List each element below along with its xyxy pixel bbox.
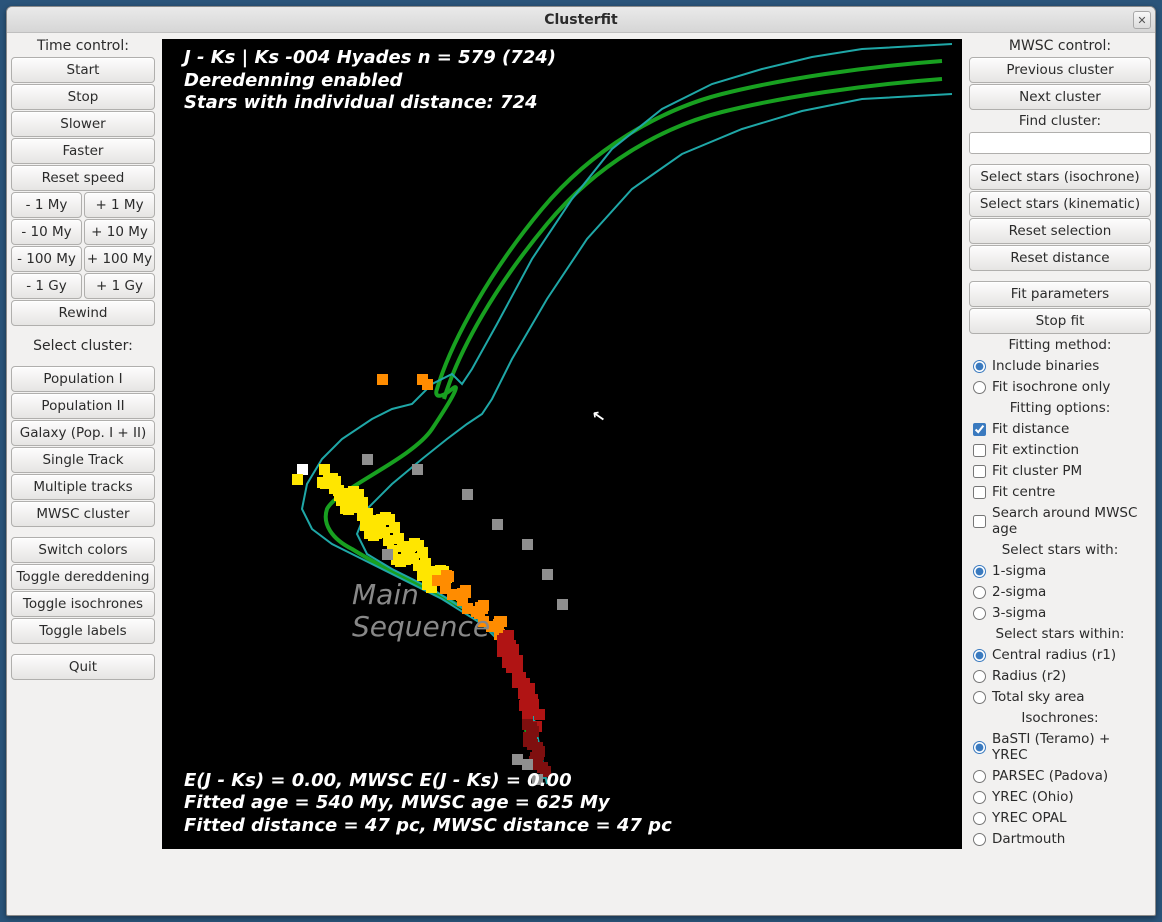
slower-button[interactable]: Slower [11,111,155,137]
single-track-button[interactable]: Single Track [11,447,155,473]
sigma-1-option[interactable]: 1-sigma [969,561,1151,581]
population-2-button[interactable]: Population II [11,393,155,419]
dartmouth-option[interactable]: Dartmouth [969,829,1151,849]
right-panel: MWSC control: Previous cluster Next clus… [965,33,1155,915]
find-cluster-input[interactable] [969,132,1151,154]
main-sequence-label: Main Sequence [352,579,490,643]
fit-extinction-checkbox[interactable]: Fit extinction [969,440,1151,460]
fit-parameters-button[interactable]: Fit parameters [969,281,1151,307]
content-area: Time control: Start Stop Slower Faster R… [7,33,1155,915]
rewind-button[interactable]: Rewind [11,300,155,326]
toggle-labels-button[interactable]: Toggle labels [11,618,155,644]
minus-10my-button[interactable]: - 10 My [11,219,82,245]
select-stars-isochrone-button[interactable]: Select stars (isochrone) [969,164,1151,190]
plot-footer-text: E(J - Ks) = 0.00, MWSC E(J - Ks) = 0.00 … [184,770,672,838]
include-binaries-option[interactable]: Include binaries [969,356,1151,376]
fit-distance-checkbox[interactable]: Fit distance [969,419,1151,439]
plot-fitted-distance: Fitted distance = 47 pc, MWSC distance =… [184,815,672,838]
yrec-opal-option[interactable]: YREC OPAL [969,808,1151,828]
reset-distance-button[interactable]: Reset distance [969,245,1151,271]
next-cluster-button[interactable]: Next cluster [969,84,1151,110]
select-stars-with-label: Select stars with: [969,540,1151,560]
fit-centre-checkbox[interactable]: Fit centre [969,482,1151,502]
minus-1my-button[interactable]: - 1 My [11,192,82,218]
stop-button[interactable]: Stop [11,84,155,110]
start-button[interactable]: Start [11,57,155,83]
isochrones-label: Isochrones: [969,708,1151,728]
plot-title: J - Ks | Ks -004 Hyades n = 579 (724) [184,47,556,70]
close-icon[interactable]: ✕ [1133,11,1151,29]
isochrone-overlay [162,39,962,849]
plot-fitted-age: Fitted age = 540 My, MWSC age = 625 My [184,792,672,815]
parsec-option[interactable]: PARSEC (Padova) [969,766,1151,786]
basti-option[interactable]: BaSTI (Teramo) + YREC [969,729,1151,765]
search-mwsc-age-checkbox[interactable]: Search around MWSC age [969,503,1151,539]
stop-fit-button[interactable]: Stop fit [969,308,1151,334]
plus-1my-button[interactable]: + 1 My [84,192,155,218]
titlebar: Clusterfit ✕ [7,7,1155,33]
previous-cluster-button[interactable]: Previous cluster [969,57,1151,83]
plot-header-text: J - Ks | Ks -004 Hyades n = 579 (724) De… [184,47,556,115]
minus-100my-button[interactable]: - 100 My [11,246,82,272]
toggle-isochrones-button[interactable]: Toggle isochrones [11,591,155,617]
plot-distance-count: Stars with individual distance: 724 [184,92,556,115]
plus-10my-button[interactable]: + 10 My [84,219,155,245]
fitting-options-label: Fitting options: [969,398,1151,418]
find-cluster-label: Find cluster: [969,111,1151,131]
plus-100my-button[interactable]: + 100 My [84,246,155,272]
faster-button[interactable]: Faster [11,138,155,164]
select-stars-kinematic-button[interactable]: Select stars (kinematic) [969,191,1151,217]
fit-isochrone-only-option[interactable]: Fit isochrone only [969,377,1151,397]
fitting-method-label: Fitting method: [969,335,1151,355]
yrec-option[interactable]: YREC (Ohio) [969,787,1151,807]
reset-speed-button[interactable]: Reset speed [11,165,155,191]
galaxy-button[interactable]: Galaxy (Pop. I + II) [11,420,155,446]
quit-button[interactable]: Quit [11,654,155,680]
mwsc-cluster-button[interactable]: MWSC cluster [11,501,155,527]
multiple-tracks-button[interactable]: Multiple tracks [11,474,155,500]
mwsc-control-heading: MWSC control: [969,36,1151,56]
total-sky-option[interactable]: Total sky area [969,687,1151,707]
plot-canvas[interactable]: J - Ks | Ks -004 Hyades n = 579 (724) De… [162,39,962,849]
select-stars-within-label: Select stars within: [969,624,1151,644]
toggle-dereddening-button[interactable]: Toggle dereddening [11,564,155,590]
mouse-cursor-icon: ↖ [590,406,607,427]
fit-cluster-pm-checkbox[interactable]: Fit cluster PM [969,461,1151,481]
population-1-button[interactable]: Population I [11,366,155,392]
time-control-heading: Time control: [11,36,155,56]
reset-selection-button[interactable]: Reset selection [969,218,1151,244]
canvas-wrap: J - Ks | Ks -004 Hyades n = 579 (724) De… [159,33,965,915]
select-cluster-heading: Select cluster: [11,336,155,356]
left-panel: Time control: Start Stop Slower Faster R… [7,33,159,915]
sigma-2-option[interactable]: 2-sigma [969,582,1151,602]
switch-colors-button[interactable]: Switch colors [11,537,155,563]
plot-dered-status: Deredenning enabled [184,70,556,93]
radius-r2-option[interactable]: Radius (r2) [969,666,1151,686]
plus-1gy-button[interactable]: + 1 Gy [84,273,155,299]
plot-ejks: E(J - Ks) = 0.00, MWSC E(J - Ks) = 0.00 [184,770,672,793]
minus-1gy-button[interactable]: - 1 Gy [11,273,82,299]
app-window: Clusterfit ✕ Time control: Start Stop Sl… [6,6,1156,916]
sigma-3-option[interactable]: 3-sigma [969,603,1151,623]
window-title: Clusterfit [544,12,618,28]
central-radius-option[interactable]: Central radius (r1) [969,645,1151,665]
